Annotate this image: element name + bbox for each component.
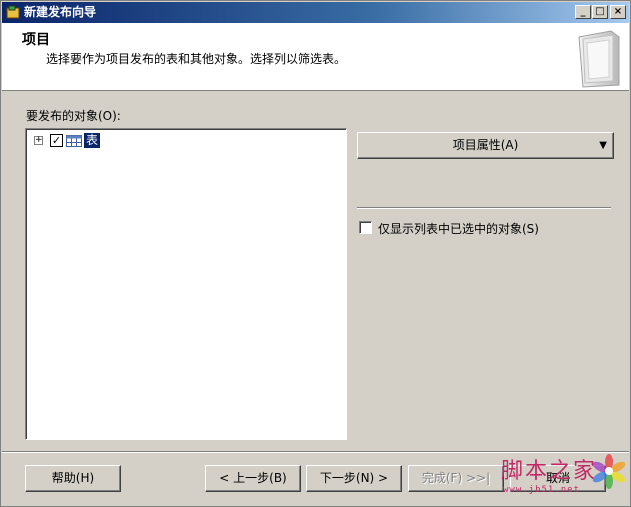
article-properties-button[interactable]: 项目属性(A) ▼ (357, 132, 614, 159)
maximize-button[interactable]: □ (592, 5, 608, 19)
window-title: 新建发布向导 (24, 5, 97, 19)
title-bar[interactable]: 新建发布向导 _ □ × (2, 2, 629, 23)
divider (357, 207, 611, 209)
expand-icon[interactable]: + (34, 136, 43, 145)
folder-illustration-icon (578, 30, 620, 88)
page-title: 项目 (22, 32, 50, 48)
wizard-window: 新建发布向导 _ □ × 项目 选择要作为项目发布的表和其他对象。选择列以筛选表… (0, 0, 631, 507)
footer-divider (2, 451, 629, 453)
finish-button[interactable]: 完成(F) >>| (408, 465, 504, 492)
close-button[interactable]: × (610, 5, 626, 19)
wizard-header: 项目 选择要作为项目发布的表和其他对象。选择列以筛选表。 (2, 23, 629, 91)
table-icon (66, 135, 82, 147)
tree-item-label[interactable]: 表 (84, 133, 101, 148)
objects-label: 要发布的对象(O): (26, 109, 121, 123)
next-button[interactable]: 下一步(N) > (306, 465, 402, 492)
minimize-button[interactable]: _ (575, 5, 591, 19)
page-subtitle: 选择要作为项目发布的表和其他对象。选择列以筛选表。 (46, 52, 347, 66)
cancel-button[interactable]: 取消 (510, 465, 606, 492)
back-button[interactable]: < 上一步(B) (205, 465, 301, 492)
article-properties-label: 项目属性(A) (452, 138, 519, 152)
wizard-app-icon (6, 5, 20, 19)
show-only-selected-label[interactable]: 仅显示列表中已选中的对象(S) (378, 220, 539, 237)
show-only-selected-checkbox[interactable] (359, 221, 372, 234)
tree-item-checkbox[interactable]: ✓ (50, 134, 63, 147)
objects-tree[interactable]: + ✓ 表 (25, 128, 347, 440)
help-button[interactable]: 帮助(H) (25, 465, 121, 492)
dropdown-arrow-icon: ▼ (599, 140, 607, 151)
